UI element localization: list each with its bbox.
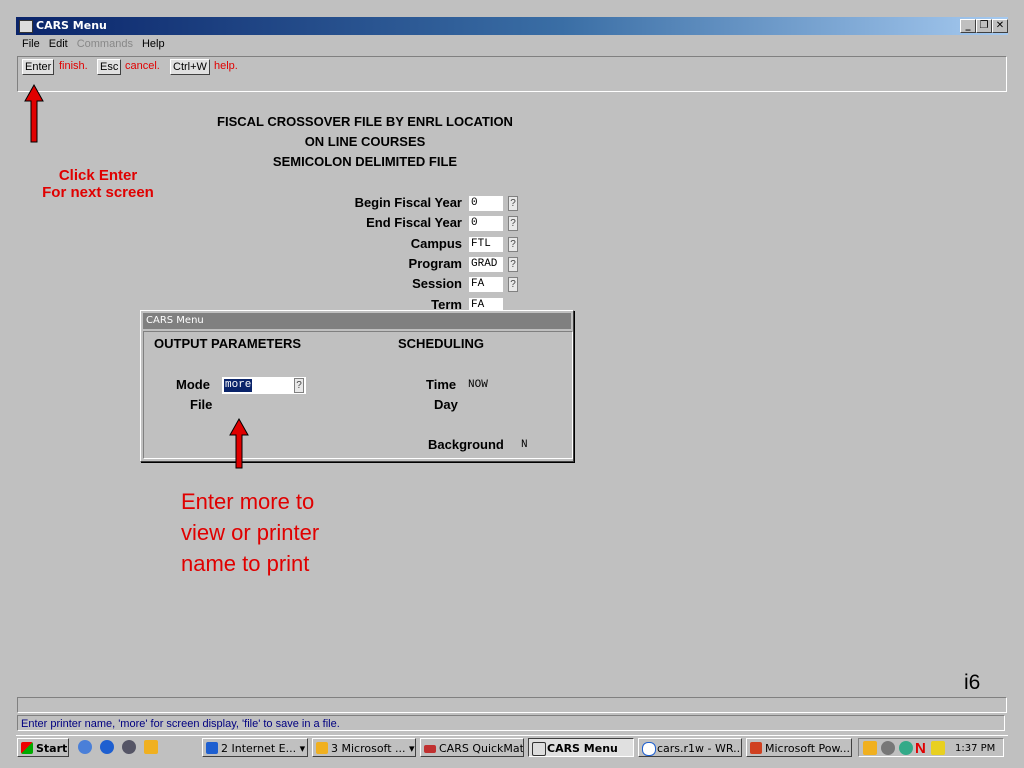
program-field[interactable]: GRAD bbox=[469, 257, 503, 272]
begin-fiscal-year-field[interactable]: 0 bbox=[469, 196, 503, 211]
report-title-line3: SEMICOLON DELIMITED FILE bbox=[272, 154, 458, 169]
begin-fiscal-year-lookup-button[interactable]: ? bbox=[508, 196, 518, 211]
enter-more-text-2: view or printer bbox=[181, 520, 320, 545]
taskbar-item-label: CARS QuickMate bbox=[439, 742, 524, 755]
window-titlebar[interactable]: CARS Menu _ ❐ ✕ bbox=[16, 17, 1008, 35]
taskbar-item-internet-explorer[interactable]: 2 Internet E... ▾ bbox=[202, 738, 308, 757]
end-fiscal-year-lookup-button[interactable]: ? bbox=[508, 216, 518, 231]
mode-value: more bbox=[224, 379, 253, 392]
menu-edit[interactable]: Edit bbox=[49, 38, 68, 50]
media-quicklaunch-icon[interactable] bbox=[122, 740, 136, 754]
tray-norton-icon[interactable]: N bbox=[915, 739, 926, 758]
window-title: CARS Menu bbox=[36, 19, 107, 32]
mode-pointer-arrow-icon bbox=[229, 417, 249, 469]
menu-file[interactable]: File bbox=[22, 38, 40, 50]
windows-logo-icon bbox=[21, 742, 33, 754]
campus-label: Campus bbox=[410, 236, 462, 251]
enter-action-label: finish. bbox=[59, 60, 88, 72]
mode-lookup-button[interactable]: ? bbox=[294, 378, 304, 393]
session-lookup-button[interactable]: ? bbox=[508, 277, 518, 292]
status-message: Enter printer name, 'more' for screen di… bbox=[17, 715, 1005, 731]
ie-quicklaunch-icon[interactable] bbox=[100, 740, 114, 754]
ctrlw-key-button[interactable]: Ctrl+W bbox=[170, 59, 210, 75]
time-label: Time bbox=[426, 377, 457, 392]
system-tray: N 1:37 PM bbox=[858, 738, 1004, 757]
taskbar: Start 2 Internet E... ▾ 3 Microsoft ... … bbox=[16, 735, 1008, 760]
enter-more-text-3: name to print bbox=[181, 551, 310, 576]
begin-fiscal-year-label: Begin Fiscal Year bbox=[354, 195, 462, 210]
campus-field[interactable]: FTL bbox=[469, 237, 503, 252]
tray-sync-icon[interactable] bbox=[881, 741, 895, 755]
esc-key-button[interactable]: Esc bbox=[97, 59, 122, 75]
enter-key-button[interactable]: Enter bbox=[22, 59, 55, 75]
campus-lookup-button[interactable]: ? bbox=[508, 237, 518, 252]
background-value[interactable]: N bbox=[521, 439, 528, 451]
outlook-quicklaunch-icon[interactable] bbox=[144, 740, 158, 754]
taskbar-item-powerpoint[interactable]: Microsoft Pow... bbox=[746, 738, 852, 757]
output-parameters-dialog: CARS Menu OUTPUT PARAMETERS SCHEDULING M… bbox=[140, 310, 574, 462]
taskbar-item-label: CARS Menu bbox=[547, 742, 618, 755]
next-screen-text: For next screen bbox=[42, 184, 154, 201]
tray-outlook-icon[interactable] bbox=[863, 741, 877, 755]
close-button[interactable]: ✕ bbox=[992, 19, 1008, 33]
desktop-quicklaunch-icon[interactable] bbox=[78, 740, 92, 754]
mode-label: Mode bbox=[176, 377, 210, 392]
start-label: Start bbox=[36, 742, 68, 755]
status-bar-top bbox=[17, 697, 1007, 713]
tray-network-icon[interactable] bbox=[899, 741, 913, 755]
day-label: Day bbox=[434, 397, 458, 412]
mode-field[interactable]: more ? bbox=[222, 377, 306, 394]
quickmate-icon bbox=[424, 745, 436, 753]
click-enter-annotation: Click Enter For next screen bbox=[30, 167, 166, 201]
taskbar-item-label: cars.r1w - WR... bbox=[657, 742, 742, 755]
menu-help[interactable]: Help bbox=[142, 38, 165, 50]
taskbar-item-cars-menu[interactable]: CARS Menu bbox=[528, 738, 634, 757]
end-fiscal-year-field[interactable]: 0 bbox=[469, 216, 503, 231]
powerpoint-icon bbox=[750, 742, 762, 754]
output-parameters-header: OUTPUT PARAMETERS bbox=[154, 336, 302, 351]
taskbar-item-wrq[interactable]: cars.r1w - WR... bbox=[638, 738, 742, 757]
program-lookup-button[interactable]: ? bbox=[508, 257, 518, 272]
report-title-line1: FISCAL CROSSOVER FILE BY ENRL LOCATION bbox=[217, 114, 513, 129]
taskbar-item-microsoft[interactable]: 3 Microsoft ... ▾ bbox=[312, 738, 416, 757]
menu-commands[interactable]: Commands bbox=[77, 38, 133, 50]
menu-bar: File Edit Commands Help bbox=[16, 36, 1008, 53]
cars-icon bbox=[532, 742, 546, 756]
background-label: Background bbox=[428, 437, 504, 452]
taskbar-item-cars-quickmate[interactable]: CARS QuickMate bbox=[420, 738, 524, 757]
session-label: Session bbox=[412, 276, 462, 291]
dialog-body: OUTPUT PARAMETERS SCHEDULING Mode more ?… bbox=[143, 331, 573, 459]
report-title-line2: ON LINE COURSES bbox=[304, 134, 426, 149]
tray-pencil-icon[interactable] bbox=[931, 741, 945, 755]
click-enter-text: Click Enter bbox=[58, 167, 138, 184]
minimize-button[interactable]: _ bbox=[960, 19, 976, 33]
clock[interactable]: 1:37 PM bbox=[955, 739, 995, 758]
taskbar-item-label: 2 Internet E... bbox=[221, 742, 297, 755]
maximize-button[interactable]: ❐ bbox=[976, 19, 992, 33]
dialog-title: CARS Menu bbox=[143, 313, 571, 329]
command-toolbar: Enter finish. Esc cancel. Ctrl+W help. bbox=[17, 56, 1007, 92]
start-button[interactable]: Start bbox=[17, 738, 69, 757]
time-value[interactable]: NOW bbox=[468, 379, 488, 391]
file-label: File bbox=[190, 397, 213, 412]
slide-id: i6 bbox=[964, 671, 981, 694]
taskbar-item-label: 3 Microsoft ... bbox=[331, 742, 406, 755]
ctrlw-action-label: help. bbox=[214, 60, 238, 72]
app-window-icon bbox=[19, 20, 33, 33]
hp-icon bbox=[642, 742, 656, 756]
esc-action-label: cancel. bbox=[125, 60, 160, 72]
outlook-icon bbox=[316, 742, 328, 754]
enter-more-annotation: Enter more to view or printer name to pr… bbox=[181, 486, 319, 579]
taskbar-item-label: Microsoft Pow... bbox=[765, 742, 851, 755]
enter-more-text-1: Enter more to bbox=[181, 489, 315, 514]
enter-pointer-arrow-icon bbox=[24, 83, 44, 143]
ie-icon bbox=[206, 742, 218, 754]
end-fiscal-year-label: End Fiscal Year bbox=[366, 215, 462, 230]
program-label: Program bbox=[408, 256, 462, 271]
scheduling-header: SCHEDULING bbox=[398, 336, 484, 351]
session-field[interactable]: FA bbox=[469, 277, 503, 292]
